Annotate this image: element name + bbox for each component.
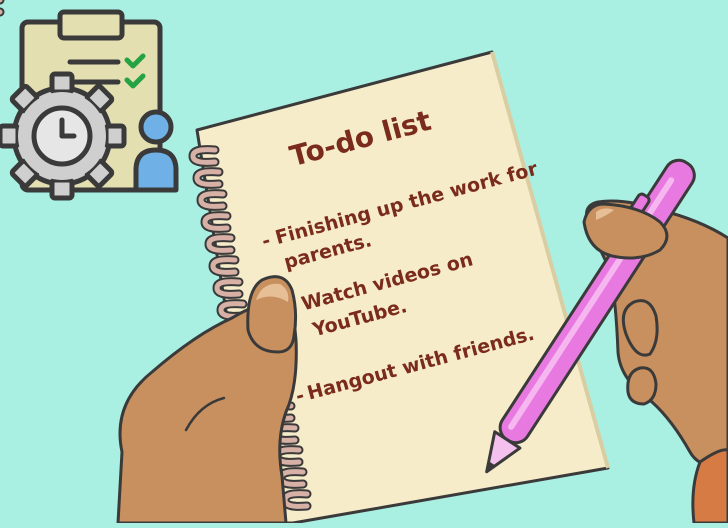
schedule-checklist-icon (0, 9, 179, 201)
left-hand (116, 275, 298, 525)
illustration-scene: To-do list - Finishing up the work for p… (0, 0, 728, 525)
illustration-canvas: To-do list - Finishing up the work for p… (0, 0, 728, 525)
